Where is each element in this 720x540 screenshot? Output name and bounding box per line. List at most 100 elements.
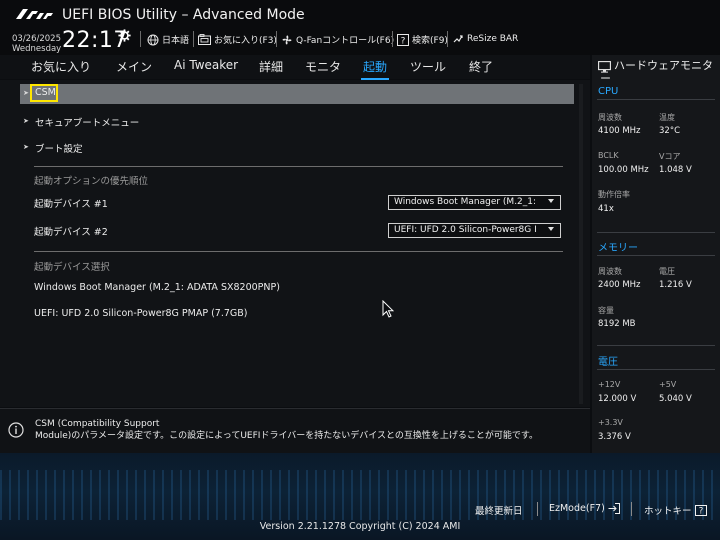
ezmode-label: EzMode(F7): [549, 503, 605, 514]
cpu-temperature-value: 32°C: [659, 126, 681, 136]
boot-device-2-select[interactable]: UEFI: UFD 2.0 Silicon-Power8G I: [388, 223, 561, 238]
header-separator: [392, 31, 393, 47]
boot-override-option[interactable]: UEFI: UFD 2.0 Silicon-Power8G PMAP (7.7G…: [34, 308, 247, 319]
asus-logo: [16, 9, 53, 19]
v5-value: 5.040 V: [659, 394, 692, 404]
v5-label: +5V: [659, 380, 677, 389]
fan-icon: [282, 35, 292, 44]
info-icon: [8, 422, 24, 438]
footer-separator: [537, 502, 538, 516]
date-display: 03/26/2025 Wednesday: [12, 34, 61, 54]
hardware-monitor-title: ハードウェアモニター: [600, 59, 713, 85]
favorites-icon: [198, 34, 211, 45]
chevron-right-icon: ➤: [23, 143, 29, 151]
memory-heading: メモリー: [598, 243, 638, 254]
app-title: UEFI BIOS Utility – Advanced Mode: [62, 7, 305, 23]
tab-monitor[interactable]: モニタ: [305, 58, 341, 75]
tab-main[interactable]: メイン: [116, 58, 152, 75]
date-text: 03/26/2025: [12, 34, 61, 44]
bclk-value: 100.00 MHz: [598, 165, 649, 175]
boot-override-option[interactable]: Windows Boot Manager (M.2_1: ADATA SX820…: [34, 282, 280, 293]
vcore-value: 1.048 V: [659, 165, 692, 175]
language-label: 日本語: [162, 36, 190, 46]
chevron-down-icon: [548, 199, 554, 203]
help-line-1: CSM (Compatibility Support: [35, 419, 160, 429]
boot-device-1-label: 起動デバイス #1: [34, 199, 108, 210]
help-line-2: Module)のパラメータ設定です。この設定によってUEFIドライバーを持たない…: [35, 431, 539, 441]
boot-device-1-select[interactable]: Windows Boot Manager (M.2_1:: [388, 195, 561, 210]
gear-icon[interactable]: [118, 29, 131, 42]
vcore-label: Vコア: [659, 152, 681, 161]
search-help-icon: ?: [397, 33, 409, 46]
memory-frequency-label: 周波数: [598, 267, 622, 276]
mouse-cursor-icon: [382, 300, 394, 318]
favorites-label: お気に入り(F3): [214, 36, 277, 46]
memory-voltage-label: 電圧: [659, 267, 675, 276]
boot-device-2-value: UEFI: UFD 2.0 Silicon-Power8G I: [394, 225, 537, 235]
section-divider: [34, 166, 563, 167]
favorites-button[interactable]: お気に入り(F3): [198, 33, 277, 46]
header-separator: [193, 31, 194, 47]
section-divider: [597, 99, 715, 100]
tab-advanced[interactable]: 詳細: [259, 58, 283, 75]
resize-bar-button[interactable]: ReSize BAR: [452, 33, 518, 45]
ratio-label: 動作倍率: [598, 190, 630, 199]
tab-favorites[interactable]: お気に入り: [31, 58, 91, 75]
help-description: CSM (Compatibility Support Module)のパラメータ…: [35, 418, 580, 442]
ratio-value: 41x: [598, 204, 614, 214]
boot-config-menu-item[interactable]: ブート設定: [35, 141, 83, 155]
scrollbar[interactable]: [579, 84, 583, 404]
last-modified-button[interactable]: 最終更新日: [475, 503, 523, 517]
cpu-frequency-label: 周波数: [598, 113, 622, 122]
memory-capacity-value: 8192 MB: [598, 319, 636, 329]
header-separator: [276, 31, 277, 47]
secure-boot-menu-item[interactable]: セキュアブートメニュー: [35, 115, 139, 129]
tab-tool[interactable]: ツール: [410, 58, 446, 75]
resize-bar-icon: [453, 35, 463, 43]
last-modified-label: 最終更新日: [475, 506, 523, 517]
boot-override-heading: 起動デバイス選択: [34, 262, 110, 273]
main-panel: [0, 80, 590, 407]
svg-text:?: ?: [401, 36, 406, 46]
boot-device-1-value: Windows Boot Manager (M.2_1:: [394, 197, 537, 207]
language-button[interactable]: 日本語: [147, 33, 189, 46]
section-divider: [34, 251, 563, 252]
search-button[interactable]: ? 検索(F9): [397, 33, 448, 46]
tab-boot[interactable]: 起動: [363, 58, 387, 75]
memory-voltage-value: 1.216 V: [659, 280, 692, 290]
cpu-frequency-value: 4100 MHz: [598, 126, 641, 136]
v33-label: +3.3V: [598, 418, 623, 427]
csm-menu-item[interactable]: [20, 84, 574, 104]
footer-separator: [631, 502, 632, 516]
cpu-heading: CPU: [598, 86, 619, 97]
ezmode-button[interactable]: EzMode(F7): [549, 503, 620, 514]
resize-bar-label: ReSize BAR: [467, 34, 519, 44]
section-divider: [597, 255, 715, 256]
header-separator: [140, 31, 141, 47]
cpu-temperature-label: 温度: [659, 113, 675, 122]
tab-exit[interactable]: 終了: [469, 58, 493, 75]
weekday-text: Wednesday: [12, 44, 62, 54]
tab-ai-tweaker[interactable]: Ai Tweaker: [174, 58, 238, 72]
chevron-right-icon: ➤: [23, 89, 29, 97]
section-divider: [597, 345, 715, 346]
hotkeys-label: ホットキー: [644, 506, 692, 517]
memory-frequency-value: 2400 MHz: [598, 280, 641, 290]
boot-device-2-label: 起動デバイス #2: [34, 227, 108, 238]
chevron-down-icon: [548, 227, 554, 231]
section-divider: [597, 232, 715, 233]
qfan-control-label: Q-Fanコントロール(F6): [296, 36, 395, 46]
svg-text:?: ?: [698, 506, 703, 515]
hotkeys-button[interactable]: ホットキー ?: [644, 503, 707, 517]
help-icon: ?: [694, 504, 707, 516]
bclk-label: BCLK: [598, 151, 619, 160]
globe-icon: [147, 34, 159, 45]
version-text: Version 2.21.1278 Copyright (C) 2024 AMI: [259, 521, 461, 532]
qfan-control-button[interactable]: Q-Fanコントロール(F6): [281, 33, 394, 46]
v33-value: 3.376 V: [598, 432, 631, 442]
voltage-heading: 電圧: [598, 357, 618, 368]
exit-arrow-icon: [608, 503, 620, 514]
chevron-right-icon: ➤: [23, 117, 29, 125]
section-divider: [597, 369, 715, 370]
v12-value: 12.000 V: [598, 394, 637, 404]
